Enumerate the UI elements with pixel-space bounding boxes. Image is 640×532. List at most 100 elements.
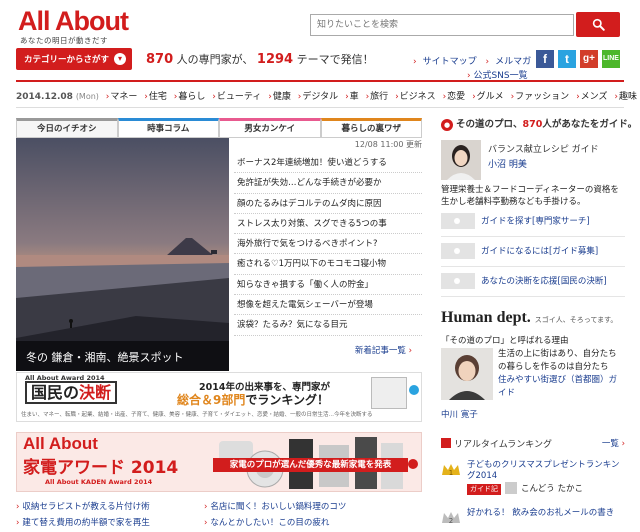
- ranking-item[interactable]: 1 子どものクリスマスプレゼントランキング2014 ガイド記 こんどう たかこ: [441, 460, 625, 500]
- nav-beauty[interactable]: ビューティ: [212, 92, 261, 102]
- arrow-right-icon: [408, 459, 418, 469]
- news-item[interactable]: 知らなきゃ損する「働く人の貯金」: [234, 275, 422, 296]
- news-item[interactable]: 涙袋？たるみ？気になる目元: [234, 315, 422, 336]
- guide-intro: ● その道のプロ、870人があなたをガイド。: [441, 116, 637, 131]
- search-button[interactable]: [576, 12, 620, 37]
- search-icon: [592, 18, 605, 31]
- tab-relationships[interactable]: 男女カンケイ: [219, 118, 321, 138]
- search-icon: [441, 213, 475, 229]
- author-avatar: [505, 482, 517, 494]
- ranking-author: こんどう たかこ: [521, 484, 583, 494]
- kaden-banner-tag: 家電のプロが選んだ優秀な最新家電を発表: [213, 458, 408, 472]
- nav-travel[interactable]: 旅行: [366, 92, 389, 102]
- kokumin-award-banner[interactable]: All About Award 2014 国民の決断 2014年の出来事を、専門…: [16, 372, 422, 422]
- human-dept-title[interactable]: Human dept. スゴイ人、そろってます。: [441, 309, 617, 327]
- news-item[interactable]: 顔のたるみはデコルテのムダ肉に原因: [234, 194, 422, 214]
- news-item[interactable]: ストレス太り対策、スグできる5つの事: [234, 214, 422, 235]
- nav-business[interactable]: ビジネス: [395, 92, 436, 102]
- pro-avatar[interactable]: [441, 348, 493, 400]
- mailmag-link[interactable]: メルマガ: [495, 57, 531, 67]
- guide-article-badge: ガイド記: [467, 484, 501, 495]
- tab-life-hacks[interactable]: 暮らしの裏ワザ: [320, 118, 422, 138]
- nav-divider: [16, 107, 624, 108]
- document-icon: [371, 377, 407, 409]
- nav-car[interactable]: 車: [345, 92, 359, 102]
- human-dept-subtitle: 「その道のプロ」と呼ばれる理由: [441, 336, 569, 346]
- guide-portrait-image: [441, 140, 481, 180]
- header-rule: [16, 80, 624, 82]
- news-list: 12/08 11:00 更新 ボーナス2年連続増加！使い道どうする 免許証が失効…: [234, 139, 422, 356]
- current-date: 2014.12.08: [16, 92, 73, 102]
- nav-housing[interactable]: 住宅: [144, 92, 167, 102]
- nav-health[interactable]: 健康: [268, 92, 291, 102]
- chevron-down-icon: ▾: [114, 53, 126, 65]
- person-add-icon: [441, 243, 475, 259]
- arrow-right-icon: [409, 385, 419, 395]
- featured-link[interactable]: 収納セラピストが教える片付け術: [16, 500, 149, 512]
- flag-icon: [441, 273, 475, 289]
- feature-caption[interactable]: 冬の 鎌倉・湘南、絶景スポット: [16, 341, 229, 371]
- tab-todays-pick[interactable]: 今日のイチオシ: [16, 118, 118, 138]
- ranking-icon: [441, 438, 451, 448]
- svg-text:2: 2: [449, 517, 453, 525]
- award-banner-categories: 住まい、マネー、転職・起業、結婚・出産、子育て、健康、美容・健康、子育て・ダイエ…: [21, 412, 373, 418]
- nav-romance[interactable]: 恋愛: [443, 92, 466, 102]
- nav-fashion[interactable]: ファッション: [511, 92, 570, 102]
- news-item[interactable]: ボーナス2年連続増加！使い道どうする: [234, 153, 422, 174]
- ranking-title[interactable]: 子どものクリスマスプレゼントランキング2014: [467, 460, 620, 481]
- nav-mens[interactable]: メンズ: [576, 92, 607, 102]
- person-icon: ●: [441, 119, 453, 131]
- ranking-more-link[interactable]: 一覧 ›: [602, 437, 625, 449]
- ranking-header: リアルタイムランキング 一覧 ›: [441, 437, 625, 450]
- news-item[interactable]: 想像を超えた電気シェーバーが登場: [234, 295, 422, 316]
- feature-photo[interactable]: 冬の 鎌倉・湘南、絶景スポット: [16, 138, 229, 371]
- search-input[interactable]: [310, 14, 574, 36]
- update-timestamp: 12/08 11:00 更新: [354, 140, 422, 149]
- guide-name[interactable]: 小沼 明美: [488, 157, 599, 170]
- featured-link[interactable]: 建て替え費用の約半額で家を再生: [16, 516, 150, 528]
- featured-link[interactable]: 名店に聞く！おいしい鍋料理のコツ: [204, 500, 346, 512]
- kaden-award-banner[interactable]: All About 家電アワード 2014 All About KADEN Aw…: [16, 432, 422, 492]
- pro-role[interactable]: 住みやすい街選び（首都圏）ガイド: [498, 375, 617, 398]
- category-nav: 2014.12.08 (Mon) マネー 住宅 暮らし ビューティ 健康 デジタ…: [16, 89, 637, 102]
- sitemap-link[interactable]: サイトマップ: [423, 57, 477, 67]
- pro-name[interactable]: 中川 寛子: [441, 408, 478, 420]
- news-item[interactable]: 免許証が失効…どんな手続きが必要か: [234, 173, 422, 194]
- become-guide-button[interactable]: ガイドになるには[ガイド募集]: [441, 243, 625, 259]
- promo-mid: 人の専門家が、: [176, 53, 254, 66]
- nav-digital[interactable]: デジタル: [298, 92, 338, 102]
- twitter-icon[interactable]: t: [558, 50, 576, 68]
- ranking-item[interactable]: 2 好かれる！ 飲み会のお礼メールの書き: [441, 508, 625, 528]
- guide-avatar[interactable]: [441, 140, 481, 180]
- feature-tabs: 今日のイチオシ 時事コラム 男女カンケイ 暮らしの裏ワザ: [16, 118, 422, 138]
- kokumin-decision-button[interactable]: あなたの決断を応援[国民の決断]: [441, 273, 625, 289]
- theme-count: 1294: [256, 52, 294, 67]
- ranking-title[interactable]: 好かれる！ 飲み会のお礼メールの書き: [467, 508, 614, 518]
- google-plus-icon[interactable]: g+: [580, 50, 598, 68]
- all-about-logo[interactable]: All About: [18, 6, 129, 37]
- featured-link[interactable]: なんとかしたい！この目の疲れ: [204, 516, 329, 528]
- tab-current-column[interactable]: 時事コラム: [117, 118, 219, 138]
- pro-description: 生活の上に街はあり、自分たちの暮らしを作るのは自分たち 住みやすい街選び（首都圏…: [498, 349, 618, 398]
- facebook-icon[interactable]: f: [536, 50, 554, 68]
- featured-links: 収納セラピストが教える片付け術 名店に聞く！おいしい鍋料理のコツ 建て替え費用の…: [16, 500, 422, 532]
- news-item[interactable]: 癒される♡1万円以下のモコモコ寝小物: [234, 254, 422, 275]
- guide-title[interactable]: バランス献立レシピ ガイド: [488, 145, 599, 155]
- svg-text:1: 1: [449, 469, 453, 477]
- nav-money[interactable]: マネー: [106, 92, 138, 102]
- line-icon[interactable]: LINE: [602, 50, 620, 68]
- nav-living[interactable]: 暮らし: [174, 92, 206, 102]
- header-links: › サイトマップ › メルマガ: [413, 57, 532, 67]
- all-news-label: 新着記事一覧: [354, 346, 406, 356]
- sunset-beach-image: [16, 138, 229, 371]
- find-guide-button[interactable]: ガイドを探す[専門家サーチ]: [441, 213, 625, 229]
- expert-count: 870: [146, 52, 174, 67]
- kaden-banner-brand: All About: [23, 434, 98, 453]
- nav-hobby[interactable]: 趣味: [614, 92, 637, 102]
- nav-gourmet[interactable]: グルメ: [472, 92, 504, 102]
- award-banner-line2: 総合＆9部門でランキング！: [177, 393, 330, 407]
- all-news-link[interactable]: 新着記事一覧 ›: [355, 344, 412, 356]
- news-item[interactable]: 海外旅行で気をつけるべきポイント?: [234, 234, 422, 255]
- category-button[interactable]: カテゴリーからさがす ▾: [16, 48, 132, 70]
- tagline: あなたの明日が動きだす: [20, 36, 108, 45]
